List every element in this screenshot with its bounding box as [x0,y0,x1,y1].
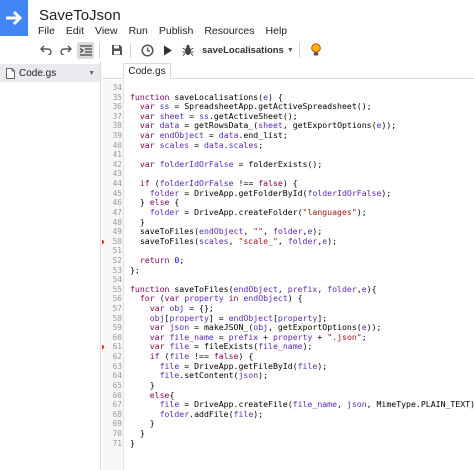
line-number[interactable]: 55 [104,285,122,295]
history-icon [141,43,154,57]
line-number[interactable]: 66 [104,391,122,401]
line-number[interactable]: 41 [104,150,122,160]
toolbar-divider [298,42,300,58]
toolbar-divider [99,42,100,58]
editor-tabbar: Code.gs [102,61,474,79]
line-number[interactable]: 35 [104,93,122,103]
code-line[interactable]: 70 } [113,428,474,439]
triggers-button[interactable] [139,42,156,59]
line-number[interactable]: 51 [104,246,122,256]
line-number[interactable]: 37 [104,112,122,122]
code-line[interactable]: 50 saveToFiles(scales, "scale_", folder,… [102,235,474,247]
line-number[interactable]: 60 [104,333,122,343]
redo-icon [59,45,72,55]
code-line[interactable]: 69 } [113,419,474,429]
line-number[interactable]: 39 [104,131,122,141]
line-number[interactable]: 56 [104,294,122,304]
chevron-down-icon[interactable]: ▼ [88,70,95,77]
execution-hints-button[interactable] [308,42,325,59]
line-number[interactable]: 64 [104,371,122,381]
debug-icon [181,44,194,56]
code-line-text: } [130,437,135,448]
code-line[interactable]: 64 file.setContent(json); [113,370,474,381]
line-number[interactable]: 45 [104,189,122,199]
line-number[interactable]: 58 [104,314,122,324]
line-number[interactable]: 42 [104,160,122,170]
apps-script-logo[interactable] [0,0,28,36]
code-line[interactable]: 47 folder = DriveApp.createFolder("langu… [113,206,474,218]
code-line[interactable]: 68 folder.addFile(file); [113,409,474,420]
run-icon [163,45,172,55]
menu-bar: File Edit View Run Publish Resources Hel… [38,24,298,38]
toolbar-divider [130,42,131,58]
code-line[interactable]: 42 var folderIdOrFalse = folderExists(); [113,158,474,170]
line-number[interactable]: 47 [104,208,122,218]
debug-button[interactable] [179,42,196,59]
code-line[interactable]: 71} [113,437,474,449]
menu-view[interactable]: View [95,24,118,38]
chevron-down-icon: ▼ [286,46,294,54]
function-select[interactable]: saveLocalisations ▼ [202,45,294,56]
menu-file[interactable]: File [38,24,55,38]
code-line-text: saveToFiles(scales, "scale_", folder,e); [130,235,338,246]
undo-icon [39,45,52,55]
line-number[interactable]: 52 [104,256,122,266]
code-line[interactable]: 52 return 0; [113,255,474,266]
menu-publish[interactable]: Publish [159,24,193,38]
line-number[interactable]: 46 [104,198,122,208]
line-number[interactable]: 68 [104,410,122,420]
code-line[interactable]: 40 var scales = data.scales; [113,139,474,151]
sidebar-file-label: Code.gs [19,67,57,79]
indent-button[interactable] [77,41,94,59]
arrow-right-icon [6,10,23,26]
code-line-text: }; [130,264,140,275]
bulb-icon [311,43,322,56]
code-line-text: var folderIdOrFalse = folderExists(); [139,158,323,169]
line-number[interactable]: 34 [104,83,122,93]
menu-edit[interactable]: Edit [66,24,84,38]
line-number[interactable]: 61 [104,342,122,352]
sidebar-file-code-gs[interactable]: Code.gs ▼ [0,64,100,82]
save-icon [111,45,122,55]
line-number[interactable]: 57 [104,304,122,314]
line-number[interactable]: 65 [104,381,122,391]
project-title[interactable]: SaveToJson [39,7,121,24]
menu-run[interactable]: Run [129,24,148,38]
redo-button[interactable] [57,42,74,59]
code-editor[interactable]: 34 35 function saveLocalisations(e) {36 va… [102,80,474,470]
line-number[interactable]: 62 [104,352,122,362]
line-number[interactable]: 67 [104,400,122,410]
function-select-value: saveLocalisations [202,44,284,56]
line-number[interactable]: 50 [104,237,122,247]
line-number[interactable]: 43 [104,169,122,179]
save-button[interactable] [108,42,125,59]
file-sidebar: Code.gs ▼ [0,61,101,470]
menu-resources[interactable]: Resources [204,24,254,38]
line-number[interactable]: 71 [104,439,122,449]
line-number[interactable]: 40 [104,141,122,151]
line-number[interactable]: 38 [104,121,122,131]
line-number[interactable]: 59 [104,323,122,333]
run-button[interactable] [159,42,176,59]
indent-icon [79,44,92,56]
tab-code-gs[interactable]: Code.gs [123,63,171,79]
code-area[interactable]: 34 35 function saveLocalisations(e) {36 va… [102,83,474,449]
line-number[interactable]: 54 [104,275,122,285]
line-number[interactable]: 69 [104,419,122,429]
line-number[interactable]: 49 [104,227,122,237]
line-number[interactable]: 70 [104,429,122,439]
line-number[interactable]: 63 [104,362,122,372]
file-icon [6,67,15,79]
menu-help[interactable]: Help [266,24,288,38]
toolbar: saveLocalisations ▼ [0,39,474,61]
code-line-text: var scales = data.scales; [139,139,264,150]
line-number[interactable]: 53 [104,266,122,276]
undo-button[interactable] [37,42,54,59]
line-number[interactable]: 44 [104,179,122,189]
code-line-text: folder = DriveApp.createFolder("language… [149,206,367,217]
line-number[interactable]: 36 [104,102,122,112]
code-line[interactable]: 65 } [113,380,474,391]
code-line[interactable]: 53}; [113,264,474,276]
line-number[interactable]: 48 [104,218,122,228]
